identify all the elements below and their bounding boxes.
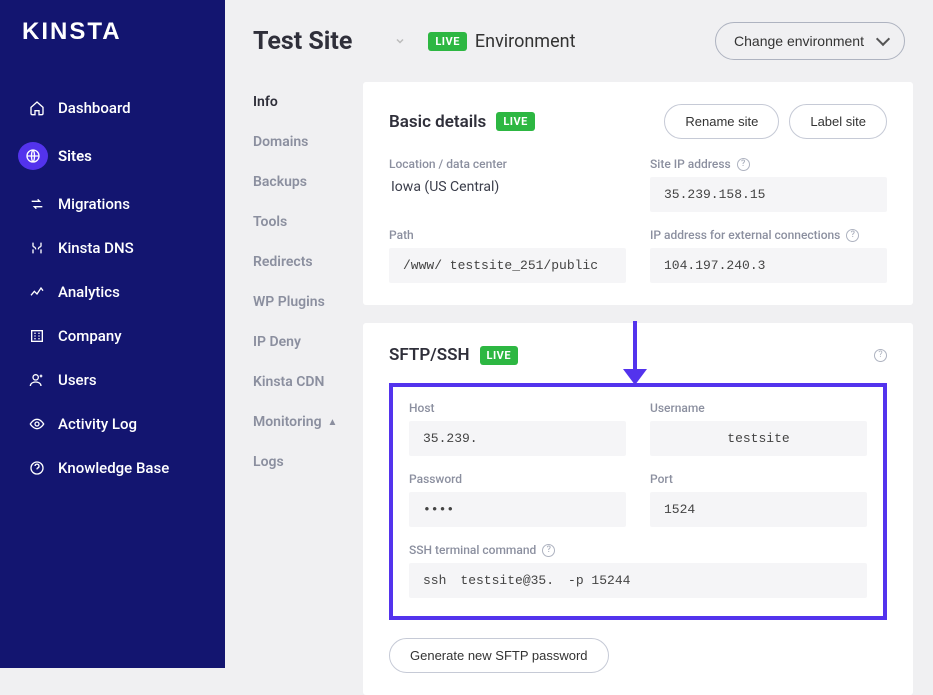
- nav-activity-log[interactable]: Activity Log: [0, 402, 225, 446]
- ssh-cmd-port: -p 15244: [568, 573, 630, 588]
- site-ip-label-text: Site IP address: [650, 157, 731, 171]
- sites-icon: [18, 142, 48, 170]
- help-icon[interactable]: [737, 158, 750, 171]
- subnav-monitoring-label: Monitoring: [253, 414, 322, 430]
- site-subnav: Info Domains Backups Tools Redirects WP …: [253, 82, 363, 668]
- host-label: Host: [409, 401, 626, 415]
- nav-label: Knowledge Base: [58, 459, 169, 477]
- subnav-info[interactable]: Info: [253, 82, 363, 122]
- subnav-logs[interactable]: Logs: [253, 442, 363, 482]
- main-nav: Dashboard Sites Migrations Kinsta DNS An: [0, 86, 225, 490]
- field-host: Host 35.239.: [409, 401, 626, 456]
- field-ssh-command: SSH terminal command ssh testsite@35. -p…: [409, 543, 867, 598]
- field-port: Port 1524: [650, 472, 867, 527]
- site-title: Test Site: [253, 27, 352, 56]
- external-ip-label: IP address for external connections: [650, 228, 887, 242]
- annotation-arrow-icon: [623, 321, 647, 391]
- page-body: Info Domains Backups Tools Redirects WP …: [225, 70, 933, 668]
- path-label: Path: [389, 228, 626, 242]
- nav-label: Kinsta DNS: [58, 239, 134, 257]
- subnav-tools[interactable]: Tools: [253, 202, 363, 242]
- field-username: Username testsite: [650, 401, 867, 456]
- users-icon: [22, 370, 52, 390]
- ssh-cmd-prefix: ssh: [423, 573, 446, 588]
- subnav-redirects[interactable]: Redirects: [253, 242, 363, 282]
- site-ip-label: Site IP address: [650, 157, 887, 171]
- nav-label: Analytics: [58, 283, 120, 301]
- field-external-ip: IP address for external connections 104.…: [650, 228, 887, 283]
- subnav-ip-deny[interactable]: IP Deny: [253, 322, 363, 362]
- site-ip-value: 35.239.158.15: [650, 177, 887, 212]
- nav-dns[interactable]: Kinsta DNS: [0, 226, 225, 270]
- nav-dashboard[interactable]: Dashboard: [0, 86, 225, 130]
- rename-site-button[interactable]: Rename site: [664, 104, 779, 139]
- sftp-highlight-box: Host 35.239. Username testsite Password …: [389, 383, 887, 620]
- subnav-monitoring[interactable]: Monitoring ▲: [253, 402, 363, 442]
- dns-icon: [22, 238, 52, 258]
- brand-logo: KINSTA: [0, 18, 225, 86]
- password-label: Password: [409, 472, 626, 486]
- nav-label: Users: [58, 371, 97, 389]
- content-column: Basic details LIVE Rename site Label sit…: [363, 82, 913, 668]
- external-ip-value: 104.197.240.3: [650, 248, 887, 283]
- port-label: Port: [650, 472, 867, 486]
- subnav-wp-plugins[interactable]: WP Plugins: [253, 282, 363, 322]
- warning-icon: ▲: [328, 417, 338, 428]
- analytics-icon: [22, 282, 52, 302]
- company-icon: [22, 326, 52, 346]
- location-label: Location / data center: [389, 157, 626, 171]
- field-password: Password ••••: [409, 472, 626, 527]
- nav-analytics[interactable]: Analytics: [0, 270, 225, 314]
- external-ip-label-text: IP address for external connections: [650, 228, 840, 242]
- subnav-kinsta-cdn[interactable]: Kinsta CDN: [253, 362, 363, 402]
- help-icon: [22, 458, 52, 478]
- home-icon: [22, 98, 52, 118]
- page-header: Test Site LIVE Environment Change enviro…: [225, 0, 933, 70]
- main-sidebar: KINSTA Dashboard Sites Migrations Kinsta…: [0, 0, 225, 668]
- label-site-button[interactable]: Label site: [789, 104, 887, 139]
- ssh-command-label: SSH terminal command: [409, 543, 867, 557]
- nav-knowledge-base[interactable]: Knowledge Base: [0, 446, 225, 490]
- main-area: Test Site LIVE Environment Change enviro…: [225, 0, 933, 668]
- nav-label: Dashboard: [58, 99, 131, 117]
- change-environment-button[interactable]: Change environment: [715, 22, 905, 60]
- subnav-domains[interactable]: Domains: [253, 122, 363, 162]
- environment-label: Environment: [475, 31, 576, 52]
- help-icon[interactable]: [846, 229, 859, 242]
- field-path: Path /www/ testsite_251/public: [389, 228, 626, 283]
- nav-label: Sites: [58, 147, 92, 165]
- nav-users[interactable]: Users: [0, 358, 225, 402]
- help-icon[interactable]: [874, 349, 887, 362]
- field-location: Location / data center Iowa (US Central): [389, 157, 626, 212]
- live-badge: LIVE: [496, 112, 535, 131]
- eye-icon: [22, 414, 52, 434]
- migrations-icon: [22, 194, 52, 214]
- nav-label: Activity Log: [58, 415, 137, 433]
- username-label: Username: [650, 401, 867, 415]
- path-value: /www/ testsite_251/public: [389, 248, 626, 283]
- basic-details-title: Basic details: [389, 112, 486, 132]
- sftp-title: SFTP/SSH: [389, 345, 470, 365]
- chevron-down-icon[interactable]: [394, 32, 406, 51]
- nav-label: Company: [58, 327, 122, 345]
- location-value: Iowa (US Central): [389, 179, 626, 195]
- sftp-ssh-card: SFTP/SSH LIVE Host 35.239. Userna: [363, 323, 913, 695]
- nav-sites[interactable]: Sites: [0, 130, 225, 182]
- nav-company[interactable]: Company: [0, 314, 225, 358]
- live-badge: LIVE: [480, 346, 519, 365]
- port-value: 1524: [650, 492, 867, 527]
- help-icon[interactable]: [542, 544, 555, 557]
- ssh-cmd-user-host: testsite@35.: [460, 573, 554, 588]
- basic-details-card: Basic details LIVE Rename site Label sit…: [363, 82, 913, 305]
- field-site-ip: Site IP address 35.239.158.15: [650, 157, 887, 212]
- username-value: testsite: [650, 421, 867, 456]
- ssh-command-value: ssh testsite@35. -p 15244: [409, 563, 867, 598]
- host-value: 35.239.: [409, 421, 626, 456]
- nav-migrations[interactable]: Migrations: [0, 182, 225, 226]
- live-badge: LIVE: [428, 32, 467, 51]
- ssh-command-label-text: SSH terminal command: [409, 543, 536, 557]
- subnav-backups[interactable]: Backups: [253, 162, 363, 202]
- nav-label: Migrations: [58, 195, 130, 213]
- password-value: ••••: [409, 492, 626, 527]
